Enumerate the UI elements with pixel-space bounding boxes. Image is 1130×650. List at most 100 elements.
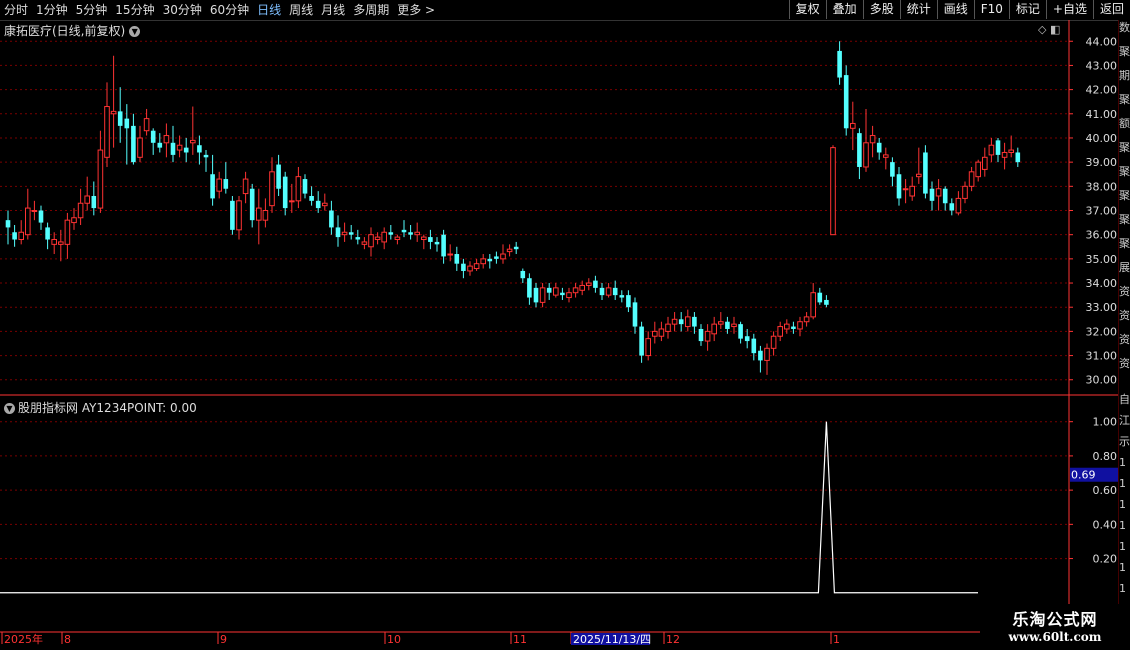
candle-body-down bbox=[546, 287, 552, 293]
candle-body-up bbox=[163, 135, 170, 144]
candle-body-up bbox=[955, 197, 962, 214]
ind-tick-label: 1.00 bbox=[1093, 416, 1118, 429]
candle-body-up bbox=[777, 326, 784, 337]
chart-corner-icons: ◇ ◧ bbox=[1038, 23, 1060, 36]
candle-body-up bbox=[18, 231, 24, 241]
candle-body-up bbox=[137, 137, 143, 158]
candle-body-up bbox=[671, 318, 678, 325]
strip-char-lower: 1 bbox=[1119, 498, 1126, 511]
candle-body-down bbox=[639, 326, 644, 356]
candle-body-down bbox=[441, 234, 446, 257]
candle-body-down bbox=[527, 278, 532, 298]
right-info-strip: 数聚期聚额聚聚聚聚聚展资资资资自江示11111111 bbox=[1118, 20, 1130, 632]
price-tick-label: 30.00 bbox=[1086, 374, 1118, 387]
price-tick-label: 34.00 bbox=[1086, 277, 1118, 290]
date-label: 11 bbox=[513, 633, 527, 646]
chevron-down-icon[interactable]: ▼ bbox=[129, 26, 141, 37]
indicator-title[interactable]: ▼ 股朋指标网 AY1234POINT: 0.00 bbox=[4, 399, 197, 416]
candle-body-up bbox=[110, 110, 117, 115]
candle-body-down bbox=[45, 227, 50, 240]
candle-body-up bbox=[830, 147, 836, 236]
candle-body-up bbox=[97, 149, 104, 209]
chevron-down-icon[interactable]: ▼ bbox=[4, 403, 15, 414]
candle-body-up bbox=[539, 287, 546, 303]
candle-body-down bbox=[599, 287, 605, 296]
candle-body-down bbox=[494, 256, 499, 259]
candle-body-up bbox=[295, 176, 302, 202]
date-label: 1 bbox=[833, 633, 840, 646]
date-label: 2025年 bbox=[4, 632, 43, 646]
candle-body-down bbox=[124, 118, 130, 129]
indicator-title-text: 股朋指标网 AY1234POINT: 0.00 bbox=[18, 401, 197, 415]
candle-body-up bbox=[935, 188, 942, 197]
candle-body-up bbox=[645, 338, 652, 357]
candle-body-down bbox=[632, 302, 638, 327]
strip-char: 聚 bbox=[1119, 93, 1130, 106]
price-tick-label: 41.00 bbox=[1086, 108, 1118, 121]
candle-body-up bbox=[658, 328, 665, 337]
candle-body-up bbox=[718, 321, 724, 325]
indicator-line bbox=[0, 421, 978, 594]
price-tick-label: 38.00 bbox=[1086, 180, 1118, 193]
candle-body-up bbox=[71, 217, 77, 224]
diamond-icon[interactable]: ◇ bbox=[1038, 23, 1046, 36]
candle-body-down bbox=[282, 176, 288, 209]
strip-char: 聚 bbox=[1119, 141, 1130, 154]
candle-body-down bbox=[890, 162, 895, 177]
candle-body-up bbox=[586, 282, 592, 286]
stock-title[interactable]: 康拓医疗(日线,前复权) ▼ bbox=[4, 22, 141, 39]
candle-body-down bbox=[837, 50, 842, 78]
candle-body-up bbox=[256, 207, 262, 221]
kline-chart: 30.00 31.00 32.00 33.00 34.00 35.00 36.00 37.00… bbox=[0, 20, 1118, 646]
candle-body-up bbox=[236, 200, 242, 231]
candle-body-up bbox=[566, 292, 572, 299]
candle-body-down bbox=[461, 263, 466, 271]
candle-body-up bbox=[784, 323, 790, 330]
candle-body-up bbox=[25, 207, 31, 236]
candle-body-up bbox=[764, 347, 770, 361]
candle-body-down bbox=[408, 232, 413, 235]
candle-body-down bbox=[309, 195, 314, 201]
candle-body-down bbox=[824, 299, 829, 305]
candle-body-up bbox=[31, 210, 38, 212]
candle-body-up bbox=[447, 253, 453, 256]
candle-body-down bbox=[817, 292, 823, 303]
candle-body-up bbox=[473, 263, 480, 270]
candle-body-down bbox=[791, 326, 796, 329]
strip-char: 额 bbox=[1119, 117, 1130, 130]
candle-body-up bbox=[797, 321, 803, 330]
candle-body-down bbox=[434, 241, 440, 245]
candle-body-down bbox=[751, 338, 757, 354]
strip-char-lower: 1 bbox=[1119, 519, 1126, 532]
candle-body-up bbox=[84, 195, 91, 204]
candle-body-down bbox=[923, 152, 928, 194]
candle-body-up bbox=[421, 236, 427, 241]
candle-body-up bbox=[368, 234, 374, 248]
candle-body-down bbox=[183, 147, 189, 153]
candle-body-up bbox=[711, 323, 718, 335]
candle-body-up bbox=[190, 139, 196, 144]
candle-body-up bbox=[810, 292, 817, 318]
strip-char-lower: 1 bbox=[1119, 561, 1126, 574]
price-tick-label: 31.00 bbox=[1086, 350, 1118, 363]
candle-body-up bbox=[704, 330, 711, 342]
candle-body-down bbox=[857, 133, 862, 167]
date-label: 10 bbox=[387, 633, 401, 646]
candle-body-down bbox=[38, 210, 44, 223]
candle-body-up bbox=[982, 156, 988, 170]
candle-body-down bbox=[157, 142, 163, 148]
candle-body-up bbox=[242, 178, 249, 195]
candle-body-down bbox=[223, 179, 229, 189]
price-tick-label: 36.00 bbox=[1086, 229, 1118, 242]
candle-body-down bbox=[942, 188, 948, 204]
candle-body-down bbox=[487, 258, 493, 262]
candle-body-up bbox=[58, 241, 64, 245]
panel-toggle-icon[interactable]: ◧ bbox=[1050, 23, 1060, 36]
date-label: 2025/11/13/四 bbox=[573, 633, 651, 646]
candle-body-down bbox=[995, 140, 1001, 155]
candle-body-up bbox=[1008, 149, 1015, 153]
candle-body-down bbox=[91, 195, 97, 209]
candle-body-up bbox=[1001, 151, 1008, 158]
candle-body-down bbox=[692, 316, 697, 327]
candle-body-down bbox=[230, 200, 235, 230]
